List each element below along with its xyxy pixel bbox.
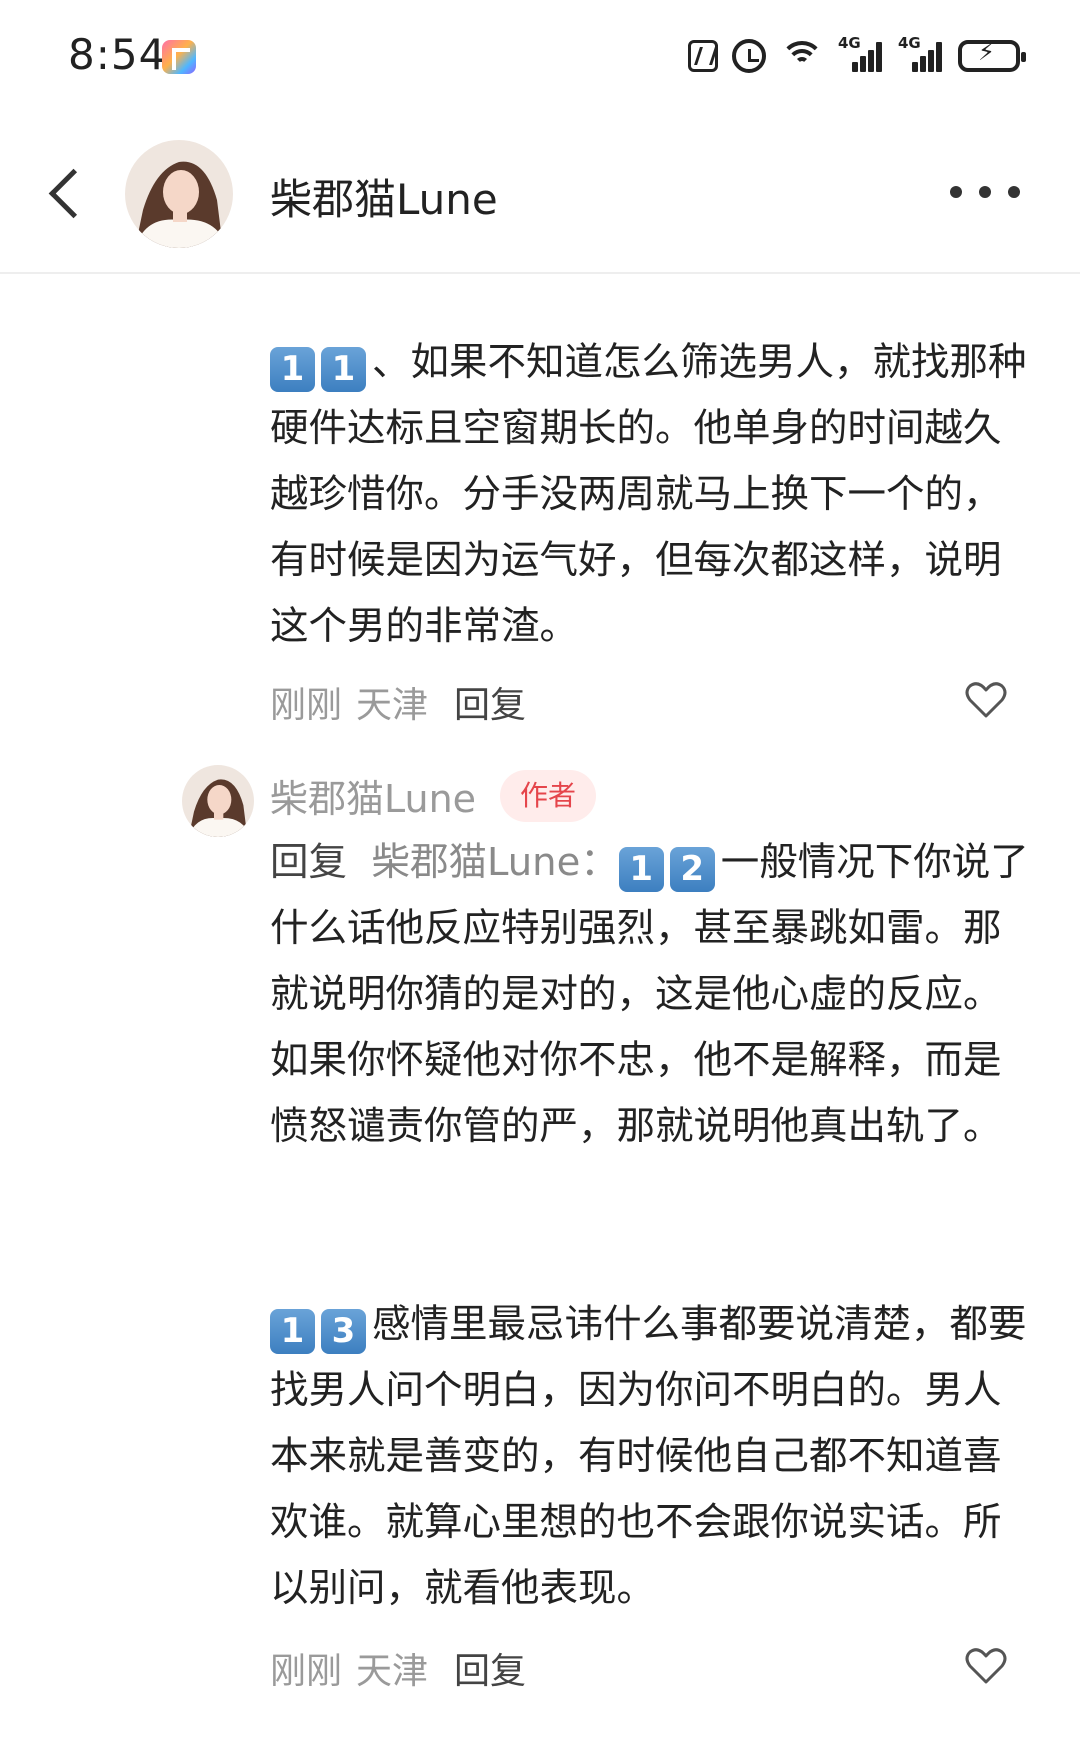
reply-meta: 刚刚 天津 回复: [270, 1642, 526, 1694]
comment-text: 如果不知道怎么筛选男人，就找那种硬件达标且空窗期长的。他单身的时间越久越珍惜你。…: [270, 340, 1027, 649]
reply-time: 刚刚: [270, 1651, 343, 1692]
wifi-icon: [780, 39, 824, 73]
reply-body-paragraph-2: 1 3 感情里最忌讳什么事都要说清楚，都要找男人问个明白，因为你问不明白的。男人本来…: [270, 1292, 1030, 1622]
reply-location: 天津: [356, 1651, 429, 1692]
comment-location: 天津: [356, 685, 429, 726]
keycap-digit: 1: [618, 847, 664, 892]
status-icons: 4G 4G: [688, 34, 1026, 78]
status-time: 8:54: [68, 30, 167, 79]
app-notification-icon: [162, 40, 196, 74]
comment-time: 刚刚: [270, 685, 343, 726]
reply-target[interactable]: 柴郡猫Lune：: [372, 840, 619, 885]
reply-text-2: 感情里最忌讳什么事都要说清楚，都要找男人问个明白，因为你问不明白的。男人本来就是…: [270, 1302, 1027, 1611]
reply-prefix: 回复: [270, 840, 348, 885]
heart-icon[interactable]: [964, 678, 1008, 722]
signal-icon-2: 4G: [898, 34, 944, 74]
status-bar: 8:54 4G 4G: [0, 0, 1080, 110]
reply-button[interactable]: 回复: [454, 676, 526, 728]
keycap-digit: 1: [270, 347, 315, 392]
keycap-digit: 3: [321, 1309, 366, 1354]
network-type-1: 4G: [838, 34, 861, 52]
author-badge: 作者: [500, 770, 596, 822]
chat-header: 柴郡猫Lune: [0, 110, 1080, 274]
battery-charging-icon: [958, 38, 1026, 72]
comment-separator: 、: [372, 340, 411, 385]
more-icon[interactable]: [950, 186, 1020, 200]
reply-avatar[interactable]: [182, 765, 254, 837]
keycap-digit: 1: [270, 1309, 315, 1354]
reply-button[interactable]: 回复: [454, 1642, 526, 1694]
alarm-icon: [732, 39, 766, 73]
reply-body: 回复 柴郡猫Lune： 1 2 一般情况下你说了什么话他反应特别强烈，甚至暴跳如雷。那…: [270, 830, 1030, 1160]
avatar[interactable]: [125, 140, 233, 248]
heart-icon[interactable]: [964, 1644, 1008, 1688]
keycap-digit: 2: [669, 847, 715, 892]
comment-body: 1 1 、如果不知道怎么筛选男人，就找那种硬件达标且空窗期长的。他单身的时间越久越珍…: [270, 330, 1030, 660]
nfc-icon: [688, 40, 718, 72]
keycap-digit: 1: [321, 347, 366, 392]
reply-username[interactable]: 柴郡猫Lune: [270, 768, 476, 823]
comment-meta: 刚刚 天津 回复: [270, 676, 526, 728]
header-username: 柴郡猫Lune: [270, 175, 498, 224]
network-type-2: 4G: [898, 34, 921, 52]
signal-icon: 4G: [838, 34, 884, 74]
back-icon[interactable]: [44, 166, 88, 222]
